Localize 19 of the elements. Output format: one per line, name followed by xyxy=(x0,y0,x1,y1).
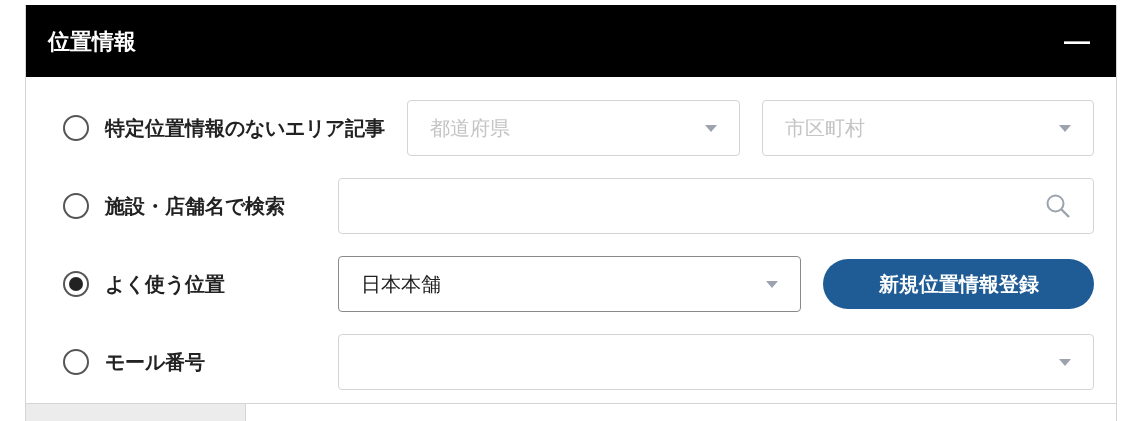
panel-title: 位置情報 xyxy=(48,27,136,56)
option-label: 施設・店舗名で検索 xyxy=(105,194,285,219)
caret-icon xyxy=(1059,358,1071,366)
caret-icon xyxy=(1059,124,1071,132)
caret-icon xyxy=(766,280,778,288)
radio-button[interactable] xyxy=(63,115,89,141)
search-icon xyxy=(1045,193,1071,219)
option-label: モール番号 xyxy=(105,350,205,375)
radio-button[interactable] xyxy=(63,271,89,297)
caret-icon xyxy=(704,124,717,132)
option-label: よく使う位置 xyxy=(105,272,225,297)
radio-button[interactable] xyxy=(63,193,89,219)
register-button[interactable]: 新規位置情報登録 xyxy=(823,259,1094,309)
select-field[interactable] xyxy=(338,334,1094,390)
radio-button[interactable] xyxy=(63,349,89,375)
option-label: 特定位置情報のないエリア記事 xyxy=(105,116,385,141)
select-field[interactable]: 日本本舗 xyxy=(338,256,801,312)
collapse-button[interactable]: — xyxy=(1064,21,1090,61)
search-field[interactable] xyxy=(338,178,1094,234)
